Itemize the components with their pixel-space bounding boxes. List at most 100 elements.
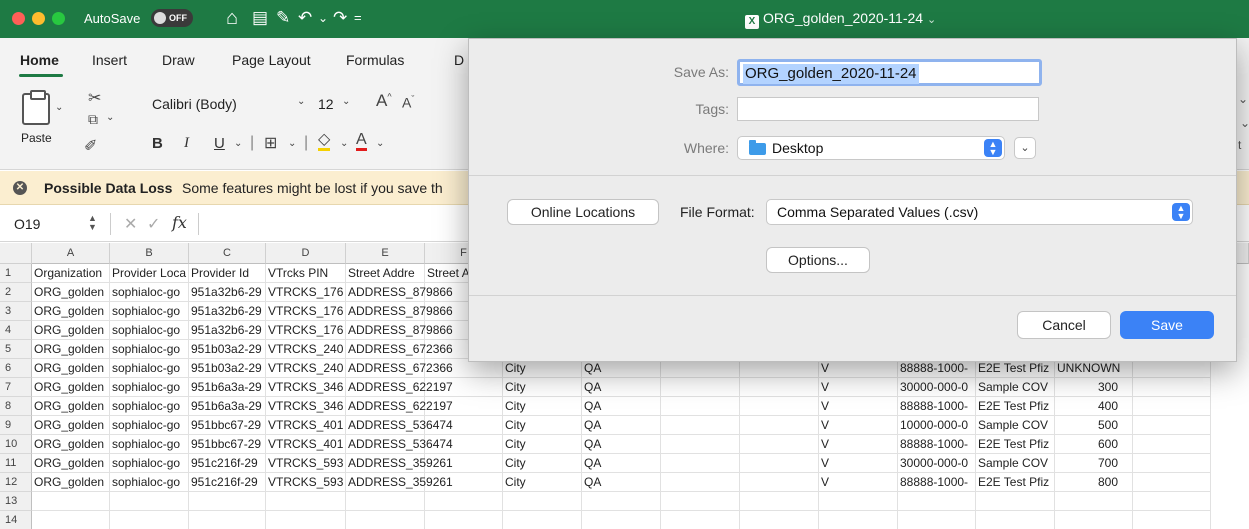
table-cell[interactable]: ADDRESS_672366 — [346, 359, 453, 378]
font-name-select[interactable]: Calibri (Body) — [145, 92, 313, 116]
table-cell[interactable]: VTrcks PIN — [266, 264, 346, 283]
table-cell[interactable]: ORG_golden — [32, 283, 110, 302]
table-cell[interactable] — [189, 492, 266, 511]
table-cell[interactable] — [661, 397, 740, 416]
underline-button[interactable]: U — [214, 135, 225, 152]
table-cell[interactable]: ORG_golden — [32, 359, 110, 378]
table-cell[interactable]: City — [503, 435, 582, 454]
insert-function-icon[interactable]: fx — [172, 213, 187, 232]
undo-dropdown-icon[interactable]: ⌄ — [318, 6, 328, 30]
table-cell[interactable] — [1133, 397, 1211, 416]
increase-font-size-icon[interactable]: A^ — [376, 91, 392, 111]
column-header[interactable]: B — [110, 243, 189, 264]
table-cell[interactable]: QA — [582, 378, 661, 397]
table-cell[interactable] — [582, 511, 661, 529]
table-cell[interactable]: City — [503, 378, 582, 397]
table-cell[interactable] — [1133, 473, 1211, 492]
table-cell[interactable]: VTRCKS_401 — [266, 435, 346, 454]
table-cell[interactable]: ORG_golden — [32, 416, 110, 435]
format-painter-icon[interactable]: ✐ — [84, 136, 97, 156]
table-cell[interactable] — [740, 435, 819, 454]
table-cell[interactable] — [110, 492, 189, 511]
customize-icon[interactable]: = — [354, 6, 362, 30]
table-cell[interactable]: Street Addre — [346, 264, 425, 283]
redo-icon[interactable]: ↷ — [333, 6, 347, 30]
table-cell[interactable]: 600 — [1055, 435, 1133, 454]
table-cell[interactable]: VTRCKS_593 — [266, 473, 346, 492]
row-header[interactable]: 5 — [0, 340, 32, 359]
table-cell[interactable] — [32, 511, 110, 529]
table-cell[interactable] — [1133, 416, 1211, 435]
undo-icon[interactable]: ↶ — [298, 6, 312, 30]
home-icon[interactable]: ⌂ — [226, 6, 238, 30]
table-cell[interactable]: 951c216f-29 — [189, 454, 266, 473]
underline-dropdown-icon[interactable]: ⌄ — [234, 138, 242, 149]
copy-icon[interactable]: ⧉ — [88, 111, 98, 128]
online-locations-button[interactable]: Online Locations — [507, 199, 659, 225]
edit-icon[interactable]: ✎ — [276, 6, 290, 30]
table-cell[interactable] — [661, 378, 740, 397]
table-cell[interactable]: sophialoc-go — [110, 416, 189, 435]
paste-label[interactable]: Paste — [21, 131, 52, 145]
table-cell[interactable]: V — [819, 397, 898, 416]
table-cell[interactable]: Provider Id — [189, 264, 266, 283]
table-cell[interactable]: VTRCKS_401 — [266, 416, 346, 435]
zoom-window-button[interactable] — [52, 12, 65, 25]
fill-color-dropdown-icon[interactable]: ⌄ — [340, 138, 348, 149]
table-cell[interactable]: 88888-1000- — [898, 473, 976, 492]
table-cell[interactable] — [661, 454, 740, 473]
table-cell[interactable]: 500 — [1055, 416, 1133, 435]
table-cell[interactable]: sophialoc-go — [110, 397, 189, 416]
table-cell[interactable]: V — [819, 378, 898, 397]
font-size-chevron-icon[interactable]: ⌄ — [342, 96, 350, 107]
table-cell[interactable] — [346, 492, 425, 511]
table-cell[interactable]: ORG_golden — [32, 302, 110, 321]
options-button[interactable]: Options... — [766, 247, 870, 273]
close-window-button[interactable] — [12, 12, 25, 25]
table-cell[interactable] — [1133, 378, 1211, 397]
table-cell[interactable] — [976, 492, 1055, 511]
table-cell[interactable] — [898, 511, 976, 529]
table-cell[interactable]: ORG_golden — [32, 454, 110, 473]
table-cell[interactable]: sophialoc-go — [110, 435, 189, 454]
table-cell[interactable]: VTRCKS_593 — [266, 454, 346, 473]
row-header[interactable]: 10 — [0, 435, 32, 454]
font-name-chevron-icon[interactable]: ⌄ — [297, 96, 305, 107]
table-cell[interactable] — [740, 454, 819, 473]
table-cell[interactable]: City — [503, 416, 582, 435]
table-cell[interactable]: 10000-000-0 — [898, 416, 976, 435]
table-cell[interactable]: sophialoc-go — [110, 302, 189, 321]
tab-insert[interactable]: Insert — [92, 52, 127, 68]
tab-page-layout[interactable]: Page Layout — [232, 52, 311, 68]
table-cell[interactable]: ADDRESS_672366 — [346, 340, 453, 359]
name-box[interactable]: O19 — [14, 216, 40, 232]
column-header[interactable]: E — [346, 243, 425, 264]
cut-icon[interactable]: ✂ — [88, 88, 101, 108]
table-cell[interactable]: sophialoc-go — [110, 473, 189, 492]
table-cell[interactable]: VTRCKS_176 — [266, 283, 346, 302]
table-cell[interactable]: 30000-000-0 — [898, 454, 976, 473]
ribbon-right-chevron-icon[interactable]: ⌄ — [1238, 92, 1248, 106]
row-header[interactable]: 11 — [0, 454, 32, 473]
table-cell[interactable]: ORG_golden — [32, 473, 110, 492]
table-cell[interactable]: 400 — [1055, 397, 1133, 416]
name-box-stepper-icon[interactable]: ▲ ▼ — [88, 214, 97, 232]
table-cell[interactable] — [1133, 454, 1211, 473]
table-cell[interactable]: Sample COV — [976, 378, 1055, 397]
table-cell[interactable]: ADDRESS_536474 — [346, 435, 453, 454]
table-cell[interactable]: sophialoc-go — [110, 378, 189, 397]
tab-home[interactable]: Home — [20, 52, 59, 68]
tab-formulas[interactable]: Formulas — [346, 52, 404, 68]
table-cell[interactable]: City — [503, 473, 582, 492]
table-cell[interactable]: E2E Test Pfiz — [976, 435, 1055, 454]
table-cell[interactable] — [661, 511, 740, 529]
table-cell[interactable]: VTRCKS_176 — [266, 302, 346, 321]
table-cell[interactable]: QA — [582, 473, 661, 492]
save-icon[interactable]: ▤ — [252, 6, 268, 30]
table-cell[interactable]: ADDRESS_359261 — [346, 473, 453, 492]
table-cell[interactable]: ORG_golden — [32, 321, 110, 340]
table-cell[interactable]: 700 — [1055, 454, 1133, 473]
table-cell[interactable] — [819, 511, 898, 529]
row-header[interactable]: 14 — [0, 511, 32, 529]
where-select[interactable]: Desktop ▲ ▼ — [737, 136, 1005, 160]
